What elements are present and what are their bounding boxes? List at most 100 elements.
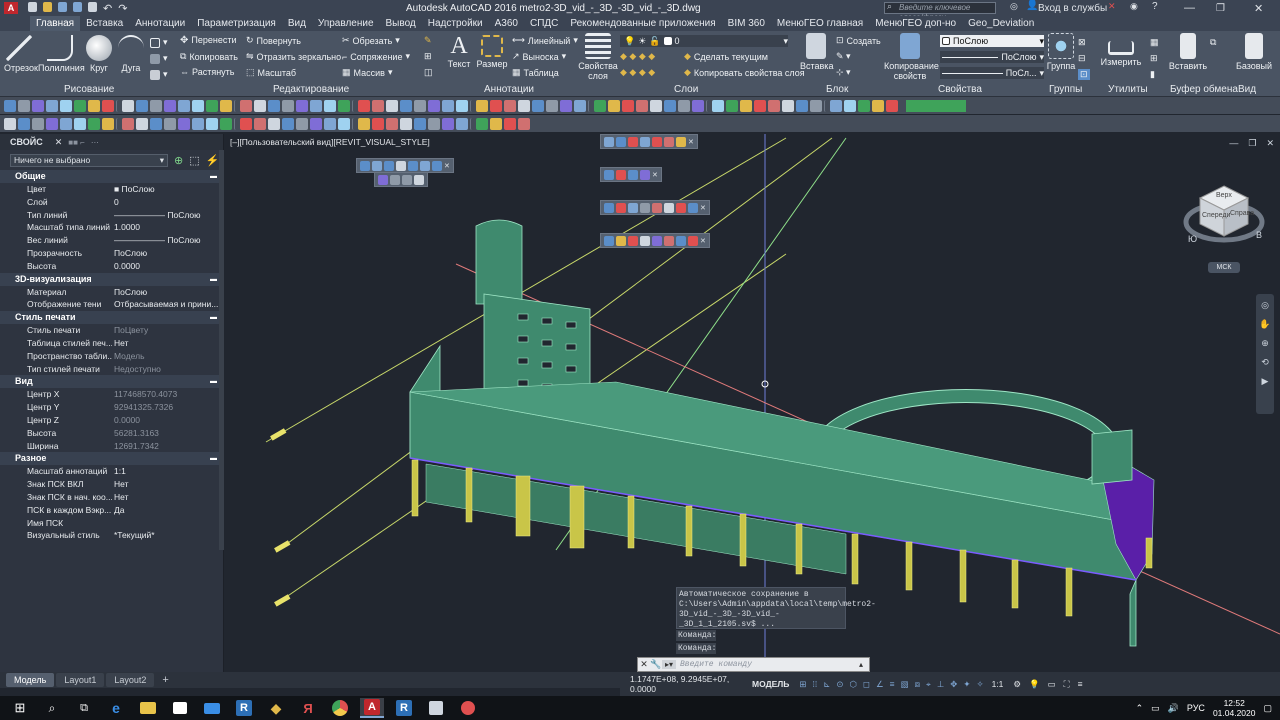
viewcube-front-label[interactable]: Спереди — [1202, 212, 1230, 219]
create-block-button[interactable]: ⊡ Создать — [836, 35, 881, 46]
ribbon-tab[interactable]: Параметризация — [191, 16, 282, 31]
toolbar-tool-icon[interactable] — [664, 99, 676, 112]
hatch-icon[interactable]: ▾ — [150, 53, 168, 64]
toolbar-tool-icon[interactable] — [136, 117, 148, 130]
ribbon-tab[interactable]: BIM 360 — [722, 16, 771, 31]
property-value[interactable]: 56281.3163 — [112, 427, 223, 440]
copy-button[interactable]: ⧉ Копировать — [180, 51, 238, 62]
isodraft-icon[interactable]: ⬡ — [850, 679, 857, 690]
steering-wheel-icon[interactable]: ◎ — [1261, 300, 1269, 311]
group-select-icon[interactable]: ⊡ — [1078, 69, 1090, 80]
toolbar-tool-icon[interactable] — [456, 99, 468, 112]
tray-chevron-icon[interactable]: ⌃ — [1136, 703, 1144, 714]
lineweight-icon[interactable]: ≡ — [890, 679, 895, 690]
property-value[interactable]: Отбрасываемая и прини... — [112, 298, 223, 311]
toolbar-tool-icon[interactable] — [122, 99, 134, 112]
make-current-button[interactable]: ◆ Сделать текущим — [684, 51, 768, 62]
gizmo-icon[interactable]: ✥ — [950, 679, 957, 690]
toolbar-tool-icon[interactable] — [372, 117, 384, 130]
floating-toolbar-4[interactable]: ✕ — [600, 167, 662, 182]
utilities-panel-title[interactable]: Утилиты — [1108, 84, 1148, 95]
viewcube-top-label[interactable]: Верх — [1216, 192, 1232, 199]
property-value[interactable]: ПоСлою — [112, 286, 223, 299]
toolbar-tool-icon[interactable] — [220, 117, 232, 130]
move-button[interactable]: ✥ Перенести — [180, 35, 237, 46]
toolbar-tool-icon[interactable] — [428, 117, 440, 130]
toolbar-tool-icon[interactable] — [858, 99, 870, 112]
property-value[interactable]: 1.0000 — [112, 221, 223, 234]
network-icon[interactable]: ▭ — [1151, 703, 1160, 714]
ribbon-tab[interactable]: Главная — [30, 16, 81, 31]
toolbar-tool-icon[interactable] — [150, 117, 162, 130]
floating-toolbar-3-close-icon[interactable]: ✕ — [688, 138, 694, 146]
property-row[interactable]: ПСК в каждом Вэкр... Да — [0, 504, 223, 517]
toolbar-tool-icon[interactable] — [150, 99, 162, 112]
group-button[interactable]: Группа — [1046, 33, 1076, 71]
property-value[interactable]: ■ ПоСлою — [112, 183, 223, 196]
file-explorer-icon[interactable] — [136, 698, 160, 718]
toolbar-tool-icon[interactable] — [4, 117, 16, 130]
property-row[interactable]: Таблица стилей печ... Нет — [0, 337, 223, 350]
app-logo-icon[interactable]: A — [4, 2, 18, 14]
toolbar-tool-icon[interactable] — [358, 117, 370, 130]
modify-panel-title[interactable]: Редактирование — [273, 84, 349, 95]
toolbar-tool-icon[interactable] — [532, 99, 544, 112]
fillet-button[interactable]: ⌐ Сопряжение ▾ — [342, 51, 410, 62]
layout-tab[interactable]: Layout1 — [56, 673, 105, 687]
ribbon-tab[interactable]: Рекомендованные приложения — [564, 16, 721, 31]
toolbar-tool-icon[interactable] — [546, 99, 558, 112]
id-point-icon[interactable]: ▮ — [1150, 69, 1155, 80]
collapse-icon[interactable]: ▬ — [210, 375, 217, 388]
geo-app-icon[interactable]: ◆ — [264, 698, 288, 718]
toolbar-tool-icon[interactable] — [324, 117, 336, 130]
command-recent-icon[interactable]: ▸▾ — [662, 660, 676, 669]
property-value[interactable]: ПоСлою — [112, 247, 223, 260]
layers-panel-title[interactable]: Слои — [674, 84, 698, 95]
toolbar-tool-icon[interactable] — [46, 117, 58, 130]
block-panel-title[interactable]: Блок — [826, 84, 848, 95]
redo-icon[interactable]: ↷ — [118, 2, 127, 15]
explode-icon[interactable]: ⊞ — [424, 51, 432, 62]
property-row[interactable]: Знак ПСК в нач. коо... Нет — [0, 491, 223, 504]
property-row[interactable]: Тип стилей печати Недоступно — [0, 363, 223, 376]
region-icon[interactable]: ▾ — [150, 69, 168, 80]
toolbar-tool-icon[interactable] — [706, 99, 710, 112]
toolbar-tool-icon[interactable] — [254, 99, 266, 112]
toolbar-tool-icon[interactable] — [518, 99, 530, 112]
toolbar-tool-icon[interactable] — [220, 99, 232, 112]
layer-tools-row2[interactable]: ◆ ◆ ◆ ◆ — [620, 67, 655, 78]
quick-select-palette-icon[interactable]: ⚡ — [206, 154, 220, 167]
color-dropdown[interactable]: ПоСлою ▾ — [940, 35, 1044, 47]
grid-icon[interactable]: ⊞ — [799, 679, 806, 690]
floating-toolbar-6-close-icon[interactable]: ✕ — [700, 237, 706, 245]
transparency-icon[interactable]: ▧ — [901, 679, 909, 690]
toolbar-tool-icon[interactable] — [608, 99, 620, 112]
toolbar-tool-icon[interactable] — [310, 99, 322, 112]
command-expand-icon[interactable]: ▴ — [859, 660, 869, 669]
command-customize-icon[interactable]: 🔧 — [650, 659, 662, 670]
notes-app-icon[interactable] — [424, 698, 448, 718]
toolbar-tool-icon[interactable] — [88, 99, 100, 112]
properties-section-header[interactable]: Стиль печати ▬ — [0, 311, 223, 325]
property-row[interactable]: Ширина 12691.7342 — [0, 440, 223, 453]
properties-panel-title[interactable]: Свойства — [938, 84, 982, 95]
toolbar-tool-icon[interactable] — [754, 99, 766, 112]
toolbar-color-swatch[interactable] — [906, 99, 966, 112]
property-row[interactable]: Масштаб типа линий 1.0000 — [0, 221, 223, 234]
login-link[interactable]: Вход в службы — [1038, 3, 1107, 14]
ribbon-tab[interactable]: МенюГЕО главная — [771, 16, 869, 31]
toolbar-tool-icon[interactable] — [282, 117, 294, 130]
add-layout-icon[interactable]: + — [156, 674, 174, 686]
workspace-icon[interactable]: ⚙ — [1013, 679, 1021, 690]
match-properties-button[interactable]: Копирование свойств — [884, 33, 939, 81]
toolbar-tool-icon[interactable] — [810, 99, 822, 112]
ribbon-tab[interactable]: Вывод — [380, 16, 422, 31]
toolbar-tool-icon[interactable] — [574, 99, 586, 112]
toolbar-tool-icon[interactable] — [470, 117, 474, 130]
property-row[interactable]: Высота 56281.3163 — [0, 427, 223, 440]
match-layer-button[interactable]: ◆ Копировать свойства слоя — [684, 67, 805, 78]
new-icon[interactable] — [28, 1, 37, 12]
toolbar-tool-icon[interactable] — [74, 117, 86, 130]
minimize-button[interactable]: — — [1184, 2, 1195, 14]
toolbar-tool-icon[interactable] — [414, 99, 426, 112]
